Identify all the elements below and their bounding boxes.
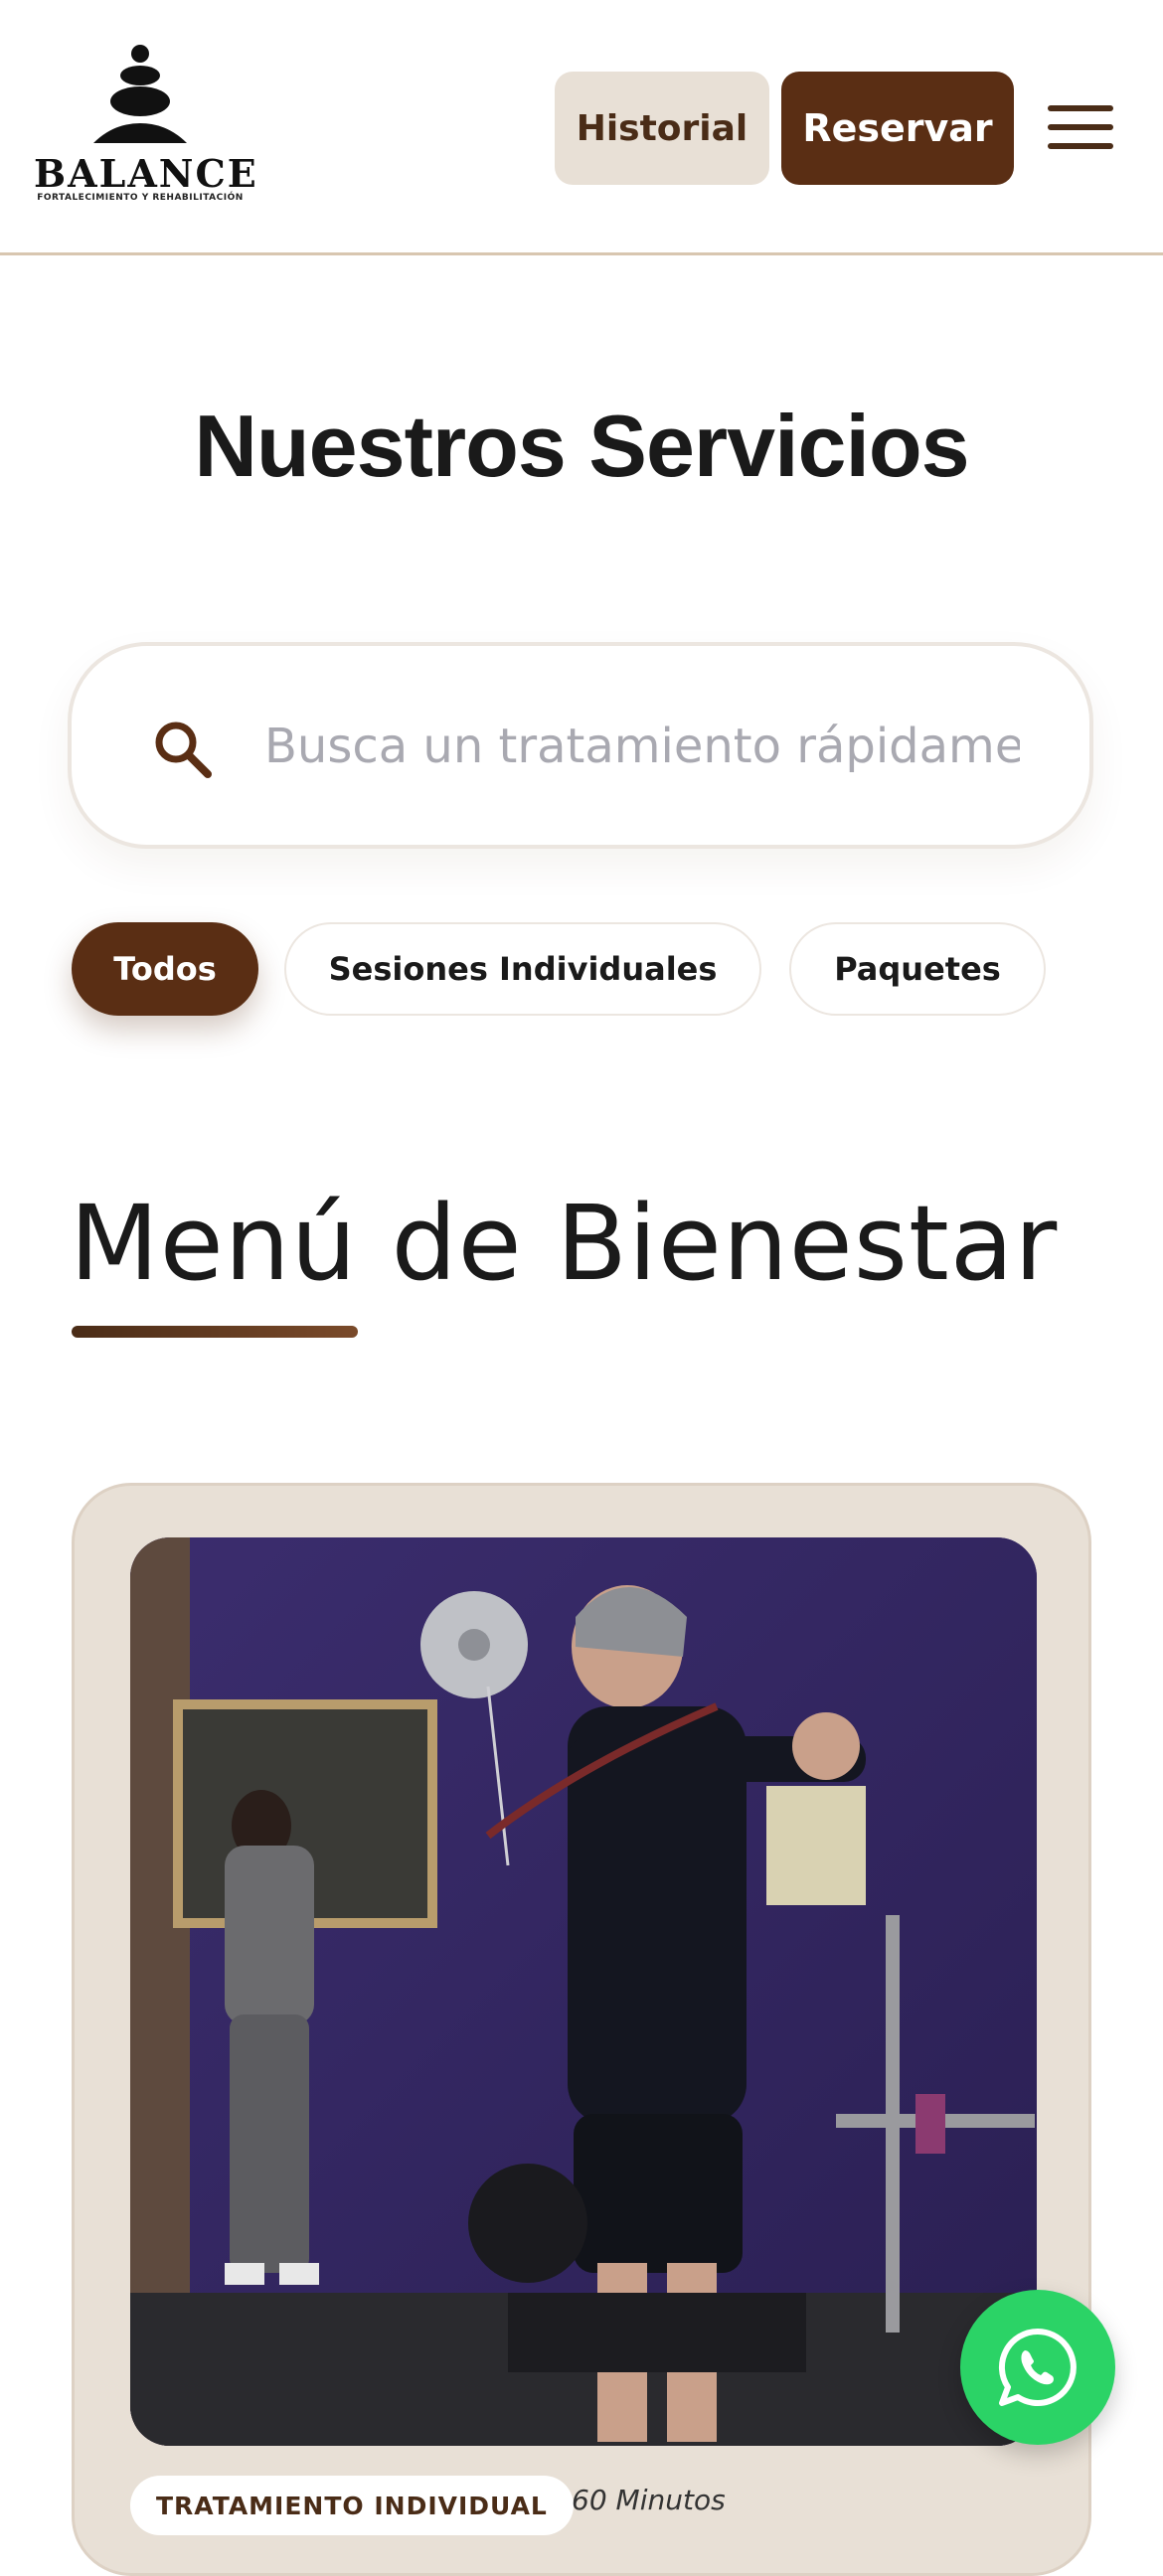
logo-name: BALANCE [34,151,258,196]
filter-chip-paquetes[interactable]: Paquetes [789,922,1046,1016]
service-photo [130,1537,1037,2446]
page-title: Nuestros Servicios [194,397,969,495]
historial-button[interactable]: Historial [555,72,769,185]
filter-chip-sesiones-individuales[interactable]: Sesiones Individuales [284,922,761,1016]
service-type-badge: TRATAMIENTO INDIVIDUAL [130,2476,574,2535]
whatsapp-button[interactable] [960,2290,1115,2445]
service-duration: 60 Minutos [572,2484,726,2516]
section-title: Menú de Bienestar [70,1183,1059,1304]
section-underline [72,1326,358,1338]
site-header: BALANCE FORTALECIMIENTO Y REHABILITACIÓN… [0,0,1163,255]
logo-tagline: FORTALECIMIENTO Y REHABILITACIÓN [37,193,244,203]
search-input[interactable] [262,696,1022,797]
hamburger-icon[interactable] [1046,99,1115,155]
search-icon [151,718,215,785]
service-card[interactable]: TRATAMIENTO INDIVIDUAL 60 Minutos [72,1483,1091,2576]
logo[interactable]: BALANCE FORTALECIMIENTO Y REHABILITACIÓN [34,44,258,213]
search-box[interactable] [68,642,1093,849]
whatsapp-icon [998,2328,1077,2406]
reservar-button[interactable]: Reservar [781,72,1014,185]
filter-chip-todos[interactable]: Todos [72,922,258,1016]
stacked-stones-icon [93,45,187,143]
